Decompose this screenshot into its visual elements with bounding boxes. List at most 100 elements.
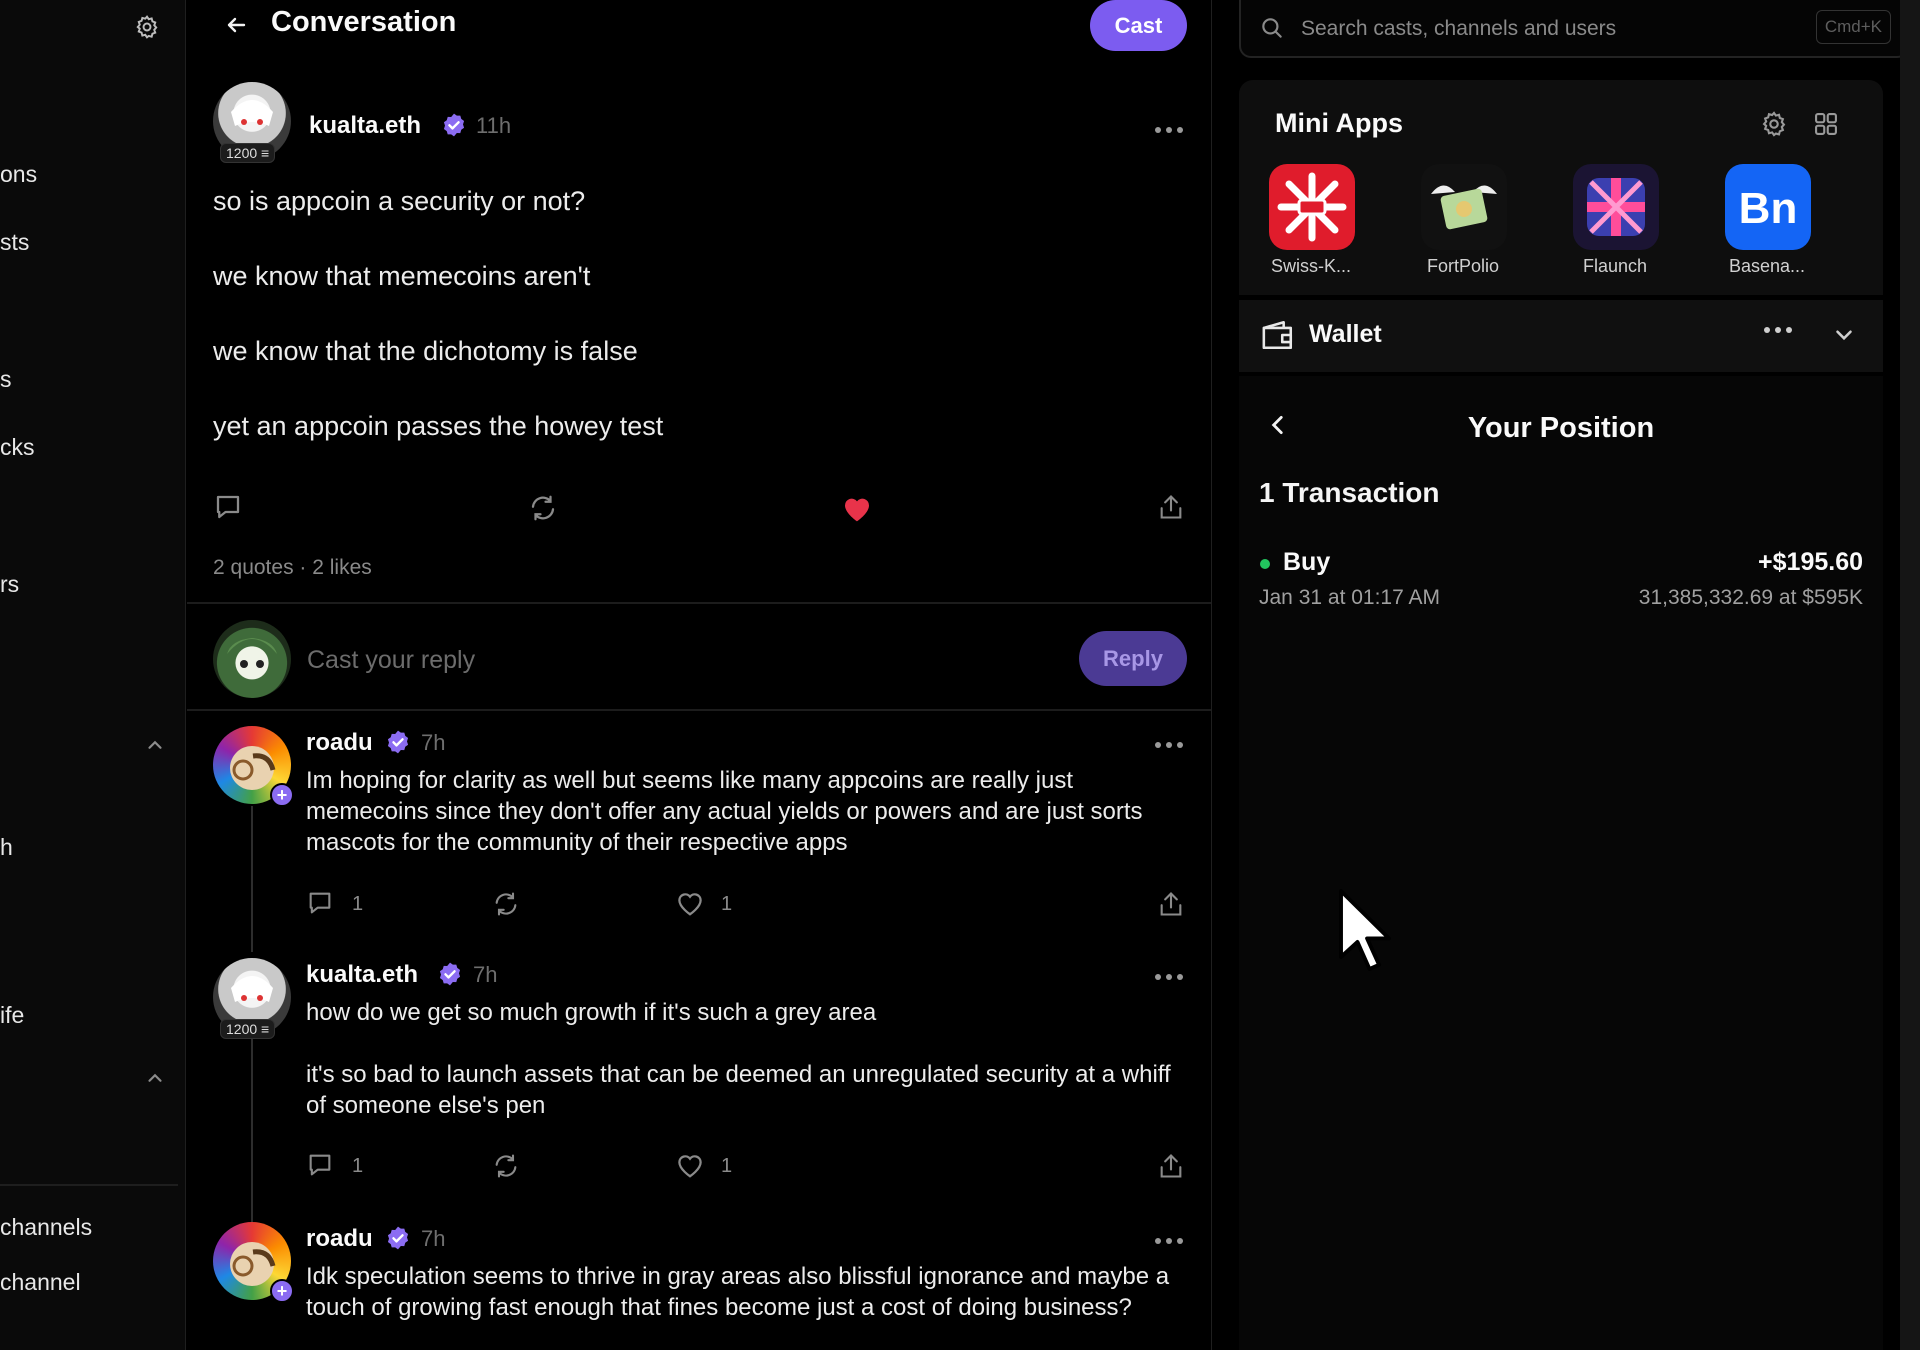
shortcut-hint: Cmd+K [1815, 10, 1891, 44]
flaunch-flag-icon [1573, 164, 1659, 250]
divider [187, 709, 1211, 711]
reply-text: it's so bad to launch assets that can be… [306, 1061, 1171, 1119]
post-text-line: yet an appcoin passes the howey test [213, 411, 664, 441]
settings-gear-icon[interactable] [131, 11, 163, 43]
mini-app-label: Swiss-K... [1270, 256, 1351, 276]
recast-icon[interactable] [492, 890, 522, 920]
sidebar-item[interactable]: channels [0, 1214, 92, 1241]
current-user-avatar [213, 620, 291, 698]
cast-button[interactable]: Cast [1090, 0, 1187, 51]
transaction-detail: 31,385,332.69 at $595K [1638, 586, 1863, 609]
reply-time: 7h [421, 1226, 446, 1251]
sidebar-item[interactable]: rs [0, 571, 19, 598]
recast-icon[interactable] [492, 1152, 522, 1182]
post-text-line: we know that memecoins aren't [213, 261, 591, 291]
reply-time: 7h [473, 962, 498, 987]
conversation-header: Conversation Cast [187, 0, 1211, 52]
verified-badge-icon [441, 112, 467, 138]
mini-apps-panel: Mini Apps Swiss-K... FortPolio Flaunch B… [1239, 80, 1883, 295]
thread-connector [251, 1036, 253, 1222]
page-title: Conversation [271, 6, 457, 38]
reply-text: how do we get so much growth if it's suc… [306, 999, 877, 1026]
comment-icon[interactable] [306, 889, 336, 919]
mini-apps-settings-icon[interactable] [1760, 110, 1790, 140]
post-text-line: so is appcoin a security or not? [213, 186, 586, 216]
right-column: Cmd+K Mini Apps Swiss-K... FortPolio Fla… [1213, 0, 1920, 1350]
post-stats[interactable]: 2 quotes · 2 likes [213, 556, 372, 580]
follow-plus-icon[interactable]: + [270, 1279, 294, 1303]
search-bar[interactable]: Cmd+K [1239, 0, 1909, 58]
wallet-icon [1259, 318, 1297, 354]
bn-icon: Bn [1725, 164, 1811, 250]
reply-button[interactable]: Reply [1079, 631, 1187, 686]
sidebar-item[interactable]: ife [0, 1002, 24, 1029]
share-icon[interactable] [1157, 492, 1187, 522]
wallet-label: Wallet [1309, 320, 1382, 348]
mini-app-swiss-knife[interactable]: Swiss-K... [1251, 164, 1371, 284]
like-count: 1 [721, 1155, 733, 1177]
mini-app-fortpolio[interactable]: FortPolio [1403, 164, 1523, 284]
share-icon[interactable] [1157, 1151, 1187, 1181]
status-dot [1260, 559, 1270, 569]
window-edge [1900, 0, 1920, 1350]
chevron-up-icon[interactable] [144, 1067, 166, 1089]
more-options-icon[interactable] [1151, 735, 1187, 755]
sidebar-item[interactable]: channel [0, 1269, 81, 1296]
mouse-cursor-icon [1335, 884, 1395, 976]
position-panel: Your Position 1 Transaction Buy +$195.60… [1239, 376, 1883, 1350]
heart-icon[interactable] [675, 889, 705, 919]
post-time: 11h [476, 113, 512, 138]
transaction-date: Jan 31 at 01:17 AM [1259, 586, 1440, 609]
follow-plus-icon[interactable]: + [270, 783, 294, 807]
wallet-header[interactable]: Wallet [1239, 300, 1883, 372]
mini-app-flaunch[interactable]: Flaunch [1555, 164, 1675, 284]
more-options-icon[interactable] [1151, 967, 1187, 987]
left-sidebar: ons sts s cks rs h ife channels channel [0, 0, 186, 1350]
more-options-icon[interactable] [1151, 1231, 1187, 1251]
heart-filled-icon[interactable] [841, 493, 871, 523]
reply-author-name[interactable]: roadu [306, 1225, 373, 1253]
heart-icon[interactable] [675, 1151, 705, 1181]
chevron-down-icon[interactable] [1831, 322, 1859, 350]
sidebar-item[interactable]: h [0, 834, 13, 861]
mini-app-basename[interactable]: Bn Basena... [1707, 164, 1827, 284]
reply-count: 1 [352, 1155, 364, 1177]
position-title: Your Position [1467, 412, 1655, 444]
mini-app-label: Basena... [1728, 256, 1806, 276]
mini-apps-title: Mini Apps [1275, 108, 1403, 138]
verified-badge-icon [437, 961, 463, 987]
transaction-type: Buy [1283, 548, 1331, 576]
sidebar-item[interactable]: ons [0, 161, 37, 188]
comment-icon[interactable] [306, 1151, 336, 1181]
sidebar-item[interactable]: sts [0, 229, 29, 256]
swiss-knife-icon [1269, 164, 1355, 250]
sidebar-item[interactable]: s [0, 366, 12, 393]
post-text-line: we know that the dichotomy is false [213, 336, 638, 366]
reply-author-name[interactable]: roadu [306, 729, 373, 757]
verified-badge-icon [385, 1225, 411, 1251]
more-options-icon[interactable] [1763, 326, 1799, 346]
reply-count: 1 [352, 893, 364, 915]
sidebar-item[interactable]: cks [0, 434, 35, 461]
like-count: 1 [721, 893, 733, 915]
transaction-amount: +$195.60 [1758, 548, 1863, 576]
verified-badge-icon [385, 729, 411, 755]
more-options-icon[interactable] [1151, 120, 1187, 140]
grid-view-icon[interactable] [1812, 110, 1842, 140]
reply-input[interactable] [307, 640, 987, 680]
share-icon[interactable] [1157, 889, 1187, 919]
back-arrow-icon[interactable] [221, 10, 251, 40]
mini-app-label: FortPolio [1426, 256, 1500, 276]
author-name[interactable]: kualta.eth [309, 112, 421, 140]
thread-connector [251, 806, 253, 952]
search-input[interactable] [1301, 12, 1781, 46]
reply-text: Im hoping for clarity as well but seems … [306, 767, 1143, 856]
money-wings-icon [1421, 164, 1507, 250]
svg-text:Bn: Bn [1739, 184, 1798, 233]
chevron-up-icon[interactable] [144, 734, 166, 756]
recast-icon[interactable] [528, 493, 558, 523]
conversation-column: Conversation Cast 1200 ≡ kualta.eth 11h … [187, 0, 1212, 1350]
score-badge: 1200 ≡ [220, 1019, 276, 1039]
reply-author-name[interactable]: kualta.eth [306, 961, 418, 989]
comment-icon[interactable] [213, 492, 243, 522]
